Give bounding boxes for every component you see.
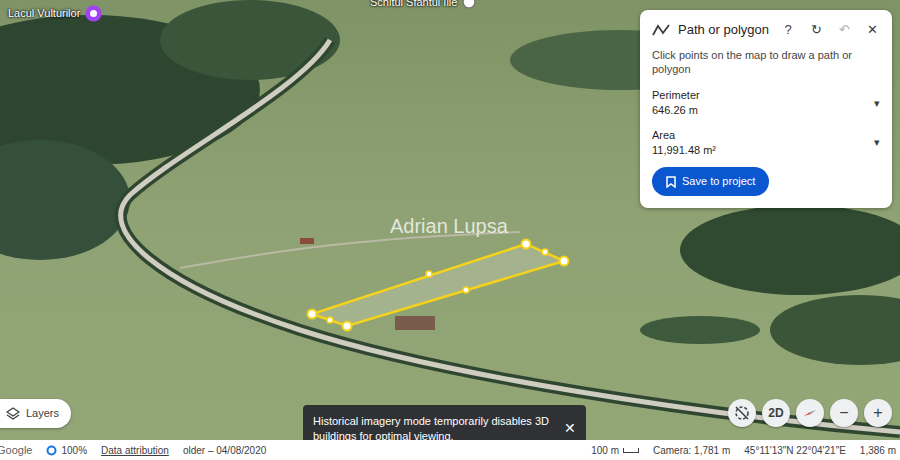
zoom-status: 100%: [46, 443, 87, 458]
measure-panel: Path or polygon ? ↻ ↶ ✕ Click points on …: [640, 10, 892, 208]
toast: Historical imagery mode temporarily disa…: [303, 405, 586, 440]
watermark: Adrian Lupsa: [390, 211, 508, 241]
measure-value: 646.26 m: [652, 103, 874, 118]
zoom-in-button[interactable]: +: [864, 399, 892, 427]
path-icon: [652, 23, 670, 37]
help-button[interactable]: ?: [780, 23, 796, 36]
save-button[interactable]: Save to project: [652, 167, 769, 196]
coordinates: 45°11'13"N 22°04'21"E: [744, 443, 846, 458]
bookmark-icon: [666, 176, 676, 188]
measure-label: Perimeter: [652, 88, 874, 103]
refresh-button[interactable]: ↻: [808, 23, 824, 36]
status-bar: Google 100% Data attribution older – 04/…: [0, 440, 900, 460]
view-mode-button[interactable]: 2D: [762, 399, 790, 427]
compass-icon: [802, 405, 818, 421]
place-label[interactable]: Schitul Sfantul Ilie: [370, 0, 476, 11]
unit-dropdown[interactable]: ▾: [874, 135, 880, 150]
imagery-date: older – 04/08/2020: [183, 443, 266, 458]
place-icon: [85, 5, 102, 22]
place-icon: [462, 0, 476, 9]
place-name[interactable]: Lacul Vulturilor: [8, 5, 80, 22]
loading-ring-icon: [46, 445, 57, 456]
map-view[interactable]: Lacul Vulturilor Schitul Sfantul Ilie Ad…: [0, 0, 900, 440]
save-label[interactable]: Save to project: [682, 173, 755, 190]
unit-dropdown[interactable]: ▾: [874, 96, 880, 111]
scale-bar: 100 m: [591, 443, 639, 458]
layers-label[interactable]: Layers: [26, 405, 59, 422]
camera-altitude: Camera: 1,781 m: [653, 443, 730, 458]
scale-label: 100 m: [591, 443, 619, 458]
zoom-percent: 100%: [61, 443, 87, 458]
layers-icon: [6, 407, 20, 421]
google-logo: Google: [0, 442, 32, 459]
tilt-button[interactable]: [728, 399, 756, 427]
place-name[interactable]: Schitul Sfantul Ilie: [370, 0, 457, 11]
panel-hint: Click points on the map to draw a path o…: [652, 48, 880, 77]
map-controls: 2D − +: [728, 399, 892, 427]
undo-button[interactable]: ↶: [836, 23, 852, 36]
toast-message: Historical imagery mode temporarily disa…: [313, 414, 554, 440]
measure-label: Area: [652, 128, 874, 143]
toast-close[interactable]: ✕: [564, 419, 576, 438]
panel-title: Path or polygon: [678, 20, 772, 40]
no-tilt-icon: [734, 405, 750, 421]
area-row[interactable]: Area 11,991.48 m² ▾: [652, 128, 880, 158]
place-label[interactable]: Lacul Vulturilor: [8, 5, 102, 22]
elevation: 1,386 m: [860, 443, 896, 458]
compass-button[interactable]: [796, 399, 824, 427]
attribution-link[interactable]: Data attribution: [101, 443, 169, 458]
perimeter-row[interactable]: Perimeter 646.26 m ▾: [652, 88, 880, 118]
close-button[interactable]: ✕: [864, 23, 880, 36]
layers-button[interactable]: Layers: [0, 399, 71, 428]
zoom-out-button[interactable]: −: [830, 399, 858, 427]
measure-value: 11,991.48 m²: [652, 143, 874, 158]
